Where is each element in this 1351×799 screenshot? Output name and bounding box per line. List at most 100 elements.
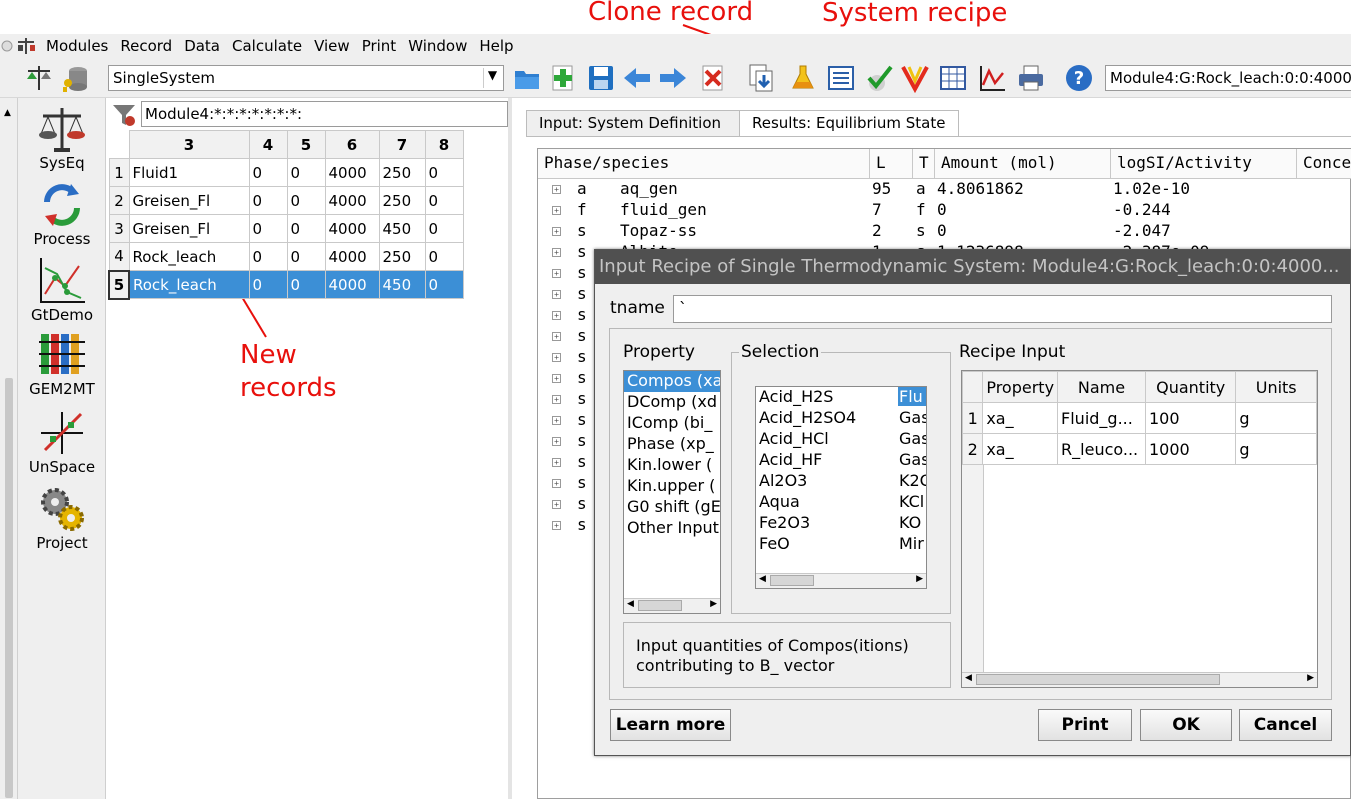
selection-item[interactable]: Acid_HCl Gas bbox=[756, 429, 926, 450]
selection-item[interactable]: Al2O3 K2C bbox=[756, 471, 926, 492]
row-number[interactable]: 2 bbox=[962, 433, 984, 465]
sidebar-item-gtdemo[interactable]: GtDemo bbox=[18, 256, 106, 324]
property-list[interactable]: Compos (xa DComp (xd IComp (bi_ Phase (xp_ K… bbox=[623, 370, 721, 614]
table-cell[interactable]: 4000 bbox=[324, 242, 380, 271]
selection-list[interactable]: Acid_H2S Flu Acid_H2SO4 Gas Acid_HCl Gas Acid_… bbox=[755, 386, 927, 589]
table-cell[interactable]: 4000 bbox=[324, 270, 380, 299]
selection-hscroll[interactable]: ◀ ▶ bbox=[756, 573, 926, 588]
table-row[interactable]: 3 Greisen_Fl 0 0 4000 450 0 bbox=[108, 214, 464, 243]
database-key-icon[interactable] bbox=[58, 62, 92, 94]
expand-icon[interactable]: + bbox=[552, 416, 561, 425]
column-header[interactable]: 8 bbox=[424, 130, 464, 159]
selection-item[interactable]: Aqua KCl bbox=[756, 492, 926, 513]
forward-icon[interactable] bbox=[656, 62, 690, 94]
menu-help[interactable]: Help bbox=[473, 37, 519, 55]
expand-icon[interactable]: + bbox=[552, 269, 561, 278]
expand-icon[interactable]: + bbox=[552, 521, 561, 530]
table-cell[interactable]: 0 bbox=[286, 214, 326, 243]
expand-icon[interactable]: + bbox=[552, 479, 561, 488]
table-cell[interactable]: 0 bbox=[286, 242, 326, 271]
list-icon[interactable] bbox=[824, 62, 858, 94]
property-item[interactable]: Compos (xa bbox=[624, 371, 720, 392]
sidebar-item-unspace[interactable]: UnSpace bbox=[18, 408, 106, 476]
recipe-cell[interactable]: 100 bbox=[1144, 402, 1237, 434]
expand-icon[interactable]: + bbox=[552, 185, 561, 194]
sysEq-module-icon[interactable] bbox=[22, 62, 56, 94]
column-header[interactable]: 3 bbox=[128, 130, 250, 159]
property-item[interactable]: G0 shift (gE bbox=[624, 497, 720, 518]
expand-icon[interactable]: + bbox=[552, 227, 561, 236]
down-icon[interactable] bbox=[898, 62, 932, 94]
table-icon[interactable] bbox=[936, 62, 970, 94]
expand-icon[interactable]: + bbox=[552, 458, 561, 467]
selection-item[interactable]: Fe2O3 KO bbox=[756, 513, 926, 534]
property-item[interactable]: Kin.upper ( bbox=[624, 476, 720, 497]
sidebar-item-syseq[interactable]: SysEq bbox=[18, 104, 106, 172]
property-item[interactable]: Phase (xp_ bbox=[624, 434, 720, 455]
column-header[interactable]: 6 bbox=[324, 130, 380, 159]
column-header[interactable]: 5 bbox=[286, 130, 326, 159]
filter-input[interactable]: Module4:*:*:*:*:*:*:*: bbox=[141, 101, 508, 127]
help-icon[interactable]: ? bbox=[1062, 62, 1096, 94]
expand-icon[interactable]: + bbox=[552, 248, 561, 257]
recipe-cell[interactable]: 1000 bbox=[1144, 433, 1237, 465]
column-header[interactable]: 7 bbox=[378, 130, 426, 159]
table-cell[interactable]: 0 bbox=[286, 270, 326, 299]
table-cell[interactable]: 0 bbox=[424, 158, 464, 187]
print-button[interactable]: Print bbox=[1038, 709, 1132, 741]
expand-icon[interactable]: + bbox=[552, 206, 561, 215]
selection-item[interactable]: Acid_HF Gas bbox=[756, 450, 926, 471]
scroll-thumb[interactable] bbox=[5, 378, 13, 798]
property-item[interactable]: IComp (bi_ bbox=[624, 413, 720, 434]
table-cell[interactable]: 250 bbox=[378, 158, 426, 187]
recipe-header[interactable]: Property bbox=[982, 371, 1059, 403]
menu-calculate[interactable]: Calculate bbox=[226, 37, 308, 55]
table-cell[interactable]: 0 bbox=[248, 242, 288, 271]
open-icon[interactable] bbox=[510, 62, 544, 94]
selection-item[interactable]: Acid_H2S Flu bbox=[756, 387, 926, 408]
expand-icon[interactable]: + bbox=[552, 311, 561, 320]
clone-icon[interactable] bbox=[744, 62, 778, 94]
header-amount[interactable]: Amount (mol) bbox=[935, 149, 1111, 179]
row-number[interactable]: 3 bbox=[108, 214, 130, 243]
table-cell[interactable]: 0 bbox=[248, 270, 288, 299]
filter-button[interactable] bbox=[110, 102, 138, 128]
record-key-field[interactable]: Module4:G:Rock_leach:0:0:4000 bbox=[1105, 65, 1351, 91]
sidebar-item-project[interactable]: Project bbox=[18, 484, 106, 552]
header-t[interactable]: T bbox=[913, 149, 935, 179]
table-cell[interactable]: 4000 bbox=[324, 158, 380, 187]
property-item[interactable]: DComp (xd bbox=[624, 392, 720, 413]
expand-icon[interactable]: + bbox=[552, 353, 561, 362]
table-row[interactable]: 2 xa_ R_leuco... 1000 g bbox=[962, 433, 1317, 465]
back-icon[interactable] bbox=[620, 62, 654, 94]
table-cell[interactable]: Rock_leach bbox=[128, 270, 250, 299]
expand-icon[interactable]: + bbox=[552, 332, 561, 341]
expand-icon[interactable]: + bbox=[552, 437, 561, 446]
table-cell[interactable]: Fluid1 bbox=[128, 158, 250, 187]
table-cell[interactable]: 0 bbox=[248, 214, 288, 243]
table-cell[interactable]: 0 bbox=[424, 214, 464, 243]
menu-record[interactable]: Record bbox=[114, 37, 178, 55]
menu-modules[interactable]: Modules bbox=[40, 37, 114, 55]
header-conc[interactable]: Conce bbox=[1297, 149, 1351, 179]
expand-icon[interactable]: + bbox=[552, 290, 561, 299]
table-row[interactable]: 1 xa_ Fluid_g... 100 g bbox=[962, 402, 1317, 434]
save-icon[interactable] bbox=[584, 62, 618, 94]
property-item[interactable]: Other Input bbox=[624, 518, 720, 539]
menu-data[interactable]: Data bbox=[178, 37, 226, 55]
tree-row[interactable]: + f fluid_gen 7 f 0 -0.244 bbox=[538, 200, 1350, 221]
pane-splitter[interactable] bbox=[508, 98, 512, 799]
learn-more-button[interactable]: Learn more bbox=[610, 709, 731, 741]
cancel-button[interactable]: Cancel bbox=[1239, 709, 1332, 741]
ok-button[interactable]: OK bbox=[1140, 709, 1232, 741]
tree-row[interactable]: + s Topaz-ss 2 s 0 -2.047 bbox=[538, 221, 1350, 242]
sidebar-item-process[interactable]: Process bbox=[18, 180, 106, 248]
tname-input[interactable]: ` bbox=[673, 295, 1332, 323]
expand-icon[interactable]: + bbox=[552, 500, 561, 509]
header-phase-species[interactable]: Phase/species bbox=[538, 149, 870, 179]
menu-window[interactable]: Window bbox=[402, 37, 473, 55]
column-header[interactable]: 4 bbox=[248, 130, 288, 159]
table-cell[interactable]: 0 bbox=[424, 270, 464, 299]
recipe-cell[interactable]: g bbox=[1235, 402, 1317, 434]
scroll-up-arrow[interactable]: ▲ bbox=[4, 108, 11, 118]
